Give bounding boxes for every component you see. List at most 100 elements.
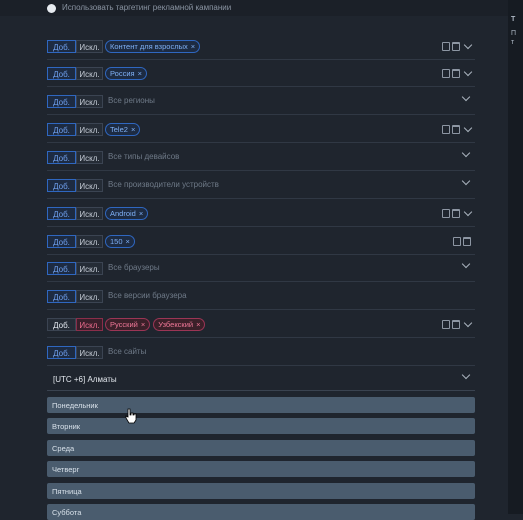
day-label: Пятница [52, 487, 82, 496]
day-row-saturday[interactable]: Суббота [47, 504, 475, 520]
right-side-panel: Т П т [508, 0, 523, 514]
remove-chip-icon[interactable]: × [191, 42, 195, 51]
selected-chip[interactable]: Tele2 × [105, 123, 141, 136]
exclude-button[interactable]: Искл. [76, 262, 103, 275]
exclude-button[interactable]: Искл. [76, 207, 103, 220]
add-button[interactable]: Доб. [47, 346, 76, 359]
exclude-button[interactable]: Искл. [76, 95, 103, 108]
chevron-down-icon[interactable] [463, 318, 473, 328]
side-panel-letter: П [511, 30, 517, 37]
day-row-thursday[interactable]: Четверг [47, 461, 475, 477]
chevron-down-icon[interactable] [461, 92, 471, 102]
targeting-row-browser-versions[interactable]: Доб. Искл. Все версии браузера [47, 287, 475, 310]
remove-chip-icon[interactable]: × [131, 125, 135, 134]
add-button[interactable]: Доб. [47, 67, 76, 80]
chevron-down-icon[interactable] [463, 207, 473, 217]
exclude-button[interactable]: Искл. [76, 151, 103, 164]
add-button[interactable]: Доб. [47, 207, 76, 220]
chevron-down-icon[interactable] [463, 123, 473, 133]
device-types-placeholder: Все типы девайсов [108, 152, 180, 161]
copy-icon[interactable] [442, 320, 450, 329]
chevron-down-icon[interactable] [463, 40, 473, 50]
targeting-row-manufacturers[interactable]: Доб. Искл. Все производители устройств [47, 176, 475, 199]
day-label: Четверг [52, 465, 80, 474]
exclude-button[interactable]: Искл. [76, 318, 103, 331]
targeting-row-regions[interactable]: Доб. Искл. Все регионы [47, 92, 475, 115]
copy-icon[interactable] [442, 69, 450, 78]
day-label: Вторник [52, 422, 81, 431]
day-label: Понедельник [52, 401, 98, 410]
remove-chip-icon[interactable]: × [196, 320, 200, 329]
copy-icon[interactable] [442, 42, 450, 51]
add-button[interactable]: Доб. [47, 290, 76, 303]
day-row-monday[interactable]: Понедельник [47, 397, 475, 413]
exclude-button[interactable]: Искл. [76, 179, 103, 192]
manufacturers-placeholder: Все производители устройств [108, 180, 219, 189]
trash-icon[interactable] [452, 209, 460, 218]
targeting-row-languages: Доб. Искл. Русский × Узбекский × [47, 315, 475, 338]
add-button[interactable]: Доб. [47, 95, 76, 108]
trash-icon[interactable] [452, 69, 460, 78]
trash-icon[interactable] [452, 125, 460, 134]
chevron-down-icon[interactable] [463, 67, 473, 77]
browser-versions-placeholder: Все версии браузера [108, 291, 187, 300]
timezone-select[interactable]: [UTC +6] Алматы [47, 370, 475, 391]
selected-chip[interactable]: Android × [105, 207, 149, 220]
trash-icon[interactable] [452, 42, 460, 51]
side-panel-letter: т [511, 39, 515, 46]
exclude-button[interactable]: Искл. [76, 40, 103, 53]
copy-icon[interactable] [442, 125, 450, 134]
targeting-row-os: Доб. Искл. Android × [47, 204, 475, 227]
side-panel-letter: Т [511, 16, 516, 23]
day-row-wednesday[interactable]: Среда [47, 440, 475, 456]
exclude-button[interactable]: Искл. [76, 290, 103, 303]
day-label: Среда [52, 444, 75, 453]
browsers-placeholder: Все браузеры [108, 263, 160, 272]
campaign-targeting-toggle[interactable] [47, 4, 56, 13]
exclude-button[interactable]: Искл. [76, 67, 103, 80]
top-strip: Использовать таргетинг рекламной кампани… [0, 0, 523, 16]
exclude-button[interactable]: Искл. [76, 235, 103, 248]
day-label: Суббота [52, 508, 82, 517]
remove-chip-icon[interactable]: × [126, 237, 130, 246]
selected-chip[interactable]: 150 × [105, 235, 135, 248]
targeting-row-os-version: Доб. Искл. 150 × [47, 232, 475, 255]
targeting-row-sites[interactable]: Доб. Искл. Все сайты [47, 343, 475, 366]
remove-chip-icon[interactable]: × [138, 69, 142, 78]
remove-chip-icon[interactable]: × [141, 320, 145, 329]
targeting-row-operator: Доб. Искл. Tele2 × [47, 120, 475, 143]
timezone-value: [UTC +6] Алматы [53, 375, 117, 384]
add-button[interactable]: Доб. [47, 235, 76, 248]
regions-placeholder: Все регионы [108, 96, 155, 105]
chevron-down-icon[interactable] [461, 370, 471, 380]
targeting-row-browsers[interactable]: Доб. Искл. Все браузеры [47, 259, 475, 282]
targeting-row-country: Доб. Искл. Россия × [47, 64, 475, 87]
day-row-friday[interactable]: Пятница [47, 483, 475, 499]
add-button[interactable]: Доб. [47, 262, 76, 275]
add-button[interactable]: Доб. [47, 151, 76, 164]
chevron-down-icon[interactable] [461, 148, 471, 158]
day-row-tuesday[interactable]: Вторник [47, 418, 475, 434]
chevron-down-icon[interactable] [461, 259, 471, 269]
targeting-row-content: Доб. Искл. Контент для взрослых × [47, 37, 475, 60]
add-button[interactable]: Доб. [47, 179, 76, 192]
sites-placeholder: Все сайты [108, 347, 147, 356]
remove-chip-icon[interactable]: × [139, 209, 143, 218]
campaign-targeting-label: Использовать таргетинг рекламной кампани… [62, 3, 232, 12]
selected-chip[interactable]: Россия × [105, 67, 147, 80]
copy-icon[interactable] [453, 237, 461, 246]
add-button[interactable]: Доб. [47, 40, 76, 53]
selected-chip[interactable]: Контент для взрослых × [105, 40, 201, 53]
selected-chip[interactable]: Русский × [105, 318, 151, 331]
chevron-down-icon[interactable] [461, 176, 471, 186]
add-button[interactable]: Доб. [47, 123, 76, 136]
trash-icon[interactable] [463, 237, 471, 246]
trash-icon[interactable] [452, 320, 460, 329]
exclude-button[interactable]: Искл. [76, 123, 103, 136]
exclude-button[interactable]: Искл. [76, 346, 103, 359]
targeting-row-device-types[interactable]: Доб. Искл. Все типы девайсов [47, 148, 475, 171]
copy-icon[interactable] [442, 209, 450, 218]
selected-chip[interactable]: Узбекский × [153, 318, 206, 331]
add-button[interactable]: Доб. [47, 318, 76, 331]
hand-cursor-icon [125, 408, 137, 424]
